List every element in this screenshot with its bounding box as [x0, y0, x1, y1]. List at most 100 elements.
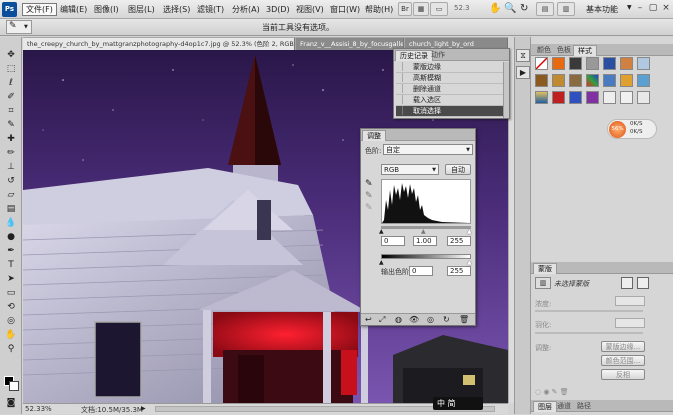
tab-franz-assisi[interactable]: Franz_v__Assisi_8_by_focusgallery.jpg: [296, 38, 404, 50]
tab-masks[interactable]: 蒙版: [533, 263, 557, 274]
visibility-eye-icon[interactable]: 👁: [409, 315, 419, 324]
net-speed-widget[interactable]: 56% 0K/S 0K/S: [607, 119, 657, 139]
style-none[interactable]: [535, 57, 548, 70]
style-swatch[interactable]: [552, 91, 565, 104]
menu-3d[interactable]: 3D(D): [263, 3, 293, 16]
healing-brush-tool-icon[interactable]: ✚: [3, 133, 19, 145]
style-swatch[interactable]: [569, 91, 582, 104]
white-output-slider[interactable]: ▲: [467, 259, 472, 266]
style-swatch[interactable]: [603, 57, 616, 70]
return-arrow-icon[interactable]: ↩: [365, 315, 372, 324]
style-swatch[interactable]: [535, 74, 548, 87]
history-item-selected[interactable]: 取消选择: [396, 106, 503, 117]
path-selection-tool-icon[interactable]: ➤: [3, 273, 19, 285]
style-swatch[interactable]: [620, 74, 633, 87]
output-black-field[interactable]: 0: [409, 266, 433, 276]
white-point-eyedropper-icon[interactable]: ✎: [365, 203, 373, 213]
mask-footer-icons[interactable]: ◌ ◉ ✎ 🗑: [535, 388, 569, 396]
status-zoom[interactable]: 52.33%: [25, 405, 52, 413]
zoom-field[interactable]: 52.3: [452, 3, 482, 15]
quick-select-tool-icon[interactable]: ✐: [3, 91, 19, 103]
input-white-field[interactable]: 255: [447, 236, 471, 246]
arrange-icon[interactable]: ▦: [413, 2, 429, 16]
style-swatch[interactable]: [569, 57, 582, 70]
minimize-button[interactable]: –: [635, 2, 645, 14]
menu-select[interactable]: 选择(S): [160, 3, 193, 16]
rotate-view-icon[interactable]: ↻: [520, 3, 528, 14]
reset-icon[interactable]: ↻: [443, 315, 450, 324]
black-point-eyedropper-icon[interactable]: ✎: [365, 179, 373, 189]
tab-actions[interactable]: 动作: [427, 50, 449, 61]
background-color-swatch[interactable]: [9, 381, 19, 391]
style-swatch[interactable]: [637, 57, 650, 70]
gradient-tool-icon[interactable]: ▤: [3, 203, 19, 215]
zoom-tool-icon[interactable]: ⚲: [3, 343, 19, 355]
brush-tool-icon[interactable]: ✏: [3, 147, 19, 159]
style-swatch[interactable]: [535, 91, 548, 104]
expand-view-icon[interactable]: ⤢: [379, 315, 385, 325]
tab-adjustments[interactable]: 调整: [362, 130, 386, 141]
style-swatch[interactable]: [586, 57, 599, 70]
style-swatch[interactable]: [620, 91, 633, 104]
tab-channels[interactable]: 通道: [553, 401, 575, 412]
3d-orbit-tool-icon[interactable]: ◎: [3, 315, 19, 327]
history-item[interactable]: 删除通道: [396, 84, 503, 95]
move-tool-icon[interactable]: ✥: [3, 49, 19, 61]
feather-field[interactable]: [615, 318, 645, 328]
eraser-tool-icon[interactable]: ▱: [3, 189, 19, 201]
menu-edit[interactable]: 编辑(E): [57, 3, 90, 16]
menu-analysis[interactable]: 分析(A): [229, 3, 263, 16]
3d-rotate-tool-icon[interactable]: ⟲: [3, 301, 19, 313]
history-item[interactable]: 高斯模糊: [396, 73, 503, 84]
history-panel-icon[interactable]: ⧖: [516, 49, 530, 62]
feather-slider[interactable]: [535, 332, 643, 334]
tab-creepy-church[interactable]: the_creepy_church_by_mattgranzphotograph…: [23, 38, 295, 50]
color-range-button[interactable]: 颜色范围...: [601, 355, 645, 366]
tool-preset-picker[interactable]: ✎ ▼: [6, 20, 32, 34]
gray-point-eyedropper-icon[interactable]: ✎: [365, 191, 373, 201]
quick-mask-icon[interactable]: ◙: [3, 397, 19, 409]
type-tool-icon[interactable]: T: [3, 259, 19, 271]
density-field[interactable]: [615, 296, 645, 306]
lasso-tool-icon[interactable]: ℓ: [3, 77, 19, 89]
black-input-slider[interactable]: ▲: [379, 228, 384, 235]
clone-stamp-tool-icon[interactable]: ⊥: [3, 161, 19, 173]
trash-icon[interactable]: 🗑: [459, 315, 469, 324]
style-swatch[interactable]: [552, 74, 565, 87]
history-scrollbar[interactable]: [503, 62, 509, 118]
output-white-field[interactable]: 255: [447, 266, 471, 276]
screen-mode-icon[interactable]: ▭: [430, 2, 448, 16]
pixel-mask-button[interactable]: [621, 277, 633, 289]
style-swatch[interactable]: [637, 91, 650, 104]
layout-icon[interactable]: ▥: [557, 2, 575, 16]
hand-tool-icon[interactable]: ✋: [489, 3, 501, 14]
view-previous-icon[interactable]: ◎: [427, 315, 434, 324]
close-button[interactable]: ×: [661, 2, 671, 14]
levels-preset-select[interactable]: 自定 ▼: [383, 144, 473, 155]
channel-select[interactable]: RGB ▼: [381, 164, 439, 175]
ime-status-bar[interactable]: 中 简: [433, 397, 483, 410]
history-item[interactable]: 载入选区: [396, 95, 503, 106]
eyedropper-tool-icon[interactable]: ✎: [3, 119, 19, 131]
style-swatch[interactable]: [586, 91, 599, 104]
menu-help[interactable]: 帮助(H): [362, 3, 396, 16]
menu-image[interactable]: 图像(I): [91, 3, 122, 16]
menu-file[interactable]: 文件(F): [22, 3, 57, 16]
extras-icon[interactable]: ▤: [536, 2, 554, 16]
tab-swatches[interactable]: 色板: [553, 45, 575, 56]
zoom-tool-icon[interactable]: 🔍: [504, 3, 516, 14]
input-gamma-field[interactable]: 1.00: [413, 236, 437, 246]
invert-button[interactable]: 反相: [601, 369, 645, 380]
black-output-slider[interactable]: ▲: [379, 259, 384, 266]
history-item[interactable]: 蒙版边缘: [396, 62, 503, 73]
style-swatch[interactable]: [603, 91, 616, 104]
style-swatch[interactable]: [552, 57, 565, 70]
vector-mask-button[interactable]: [637, 277, 649, 289]
menu-view[interactable]: 视图(V): [293, 3, 327, 16]
input-black-field[interactable]: 0: [381, 236, 405, 246]
tab-color[interactable]: 颜色: [533, 45, 555, 56]
bridge-icon[interactable]: Br: [398, 2, 412, 16]
menu-filter[interactable]: 滤镜(T): [194, 3, 227, 16]
status-menu-arrow-icon[interactable]: ▶: [141, 405, 146, 412]
style-swatch[interactable]: [637, 74, 650, 87]
